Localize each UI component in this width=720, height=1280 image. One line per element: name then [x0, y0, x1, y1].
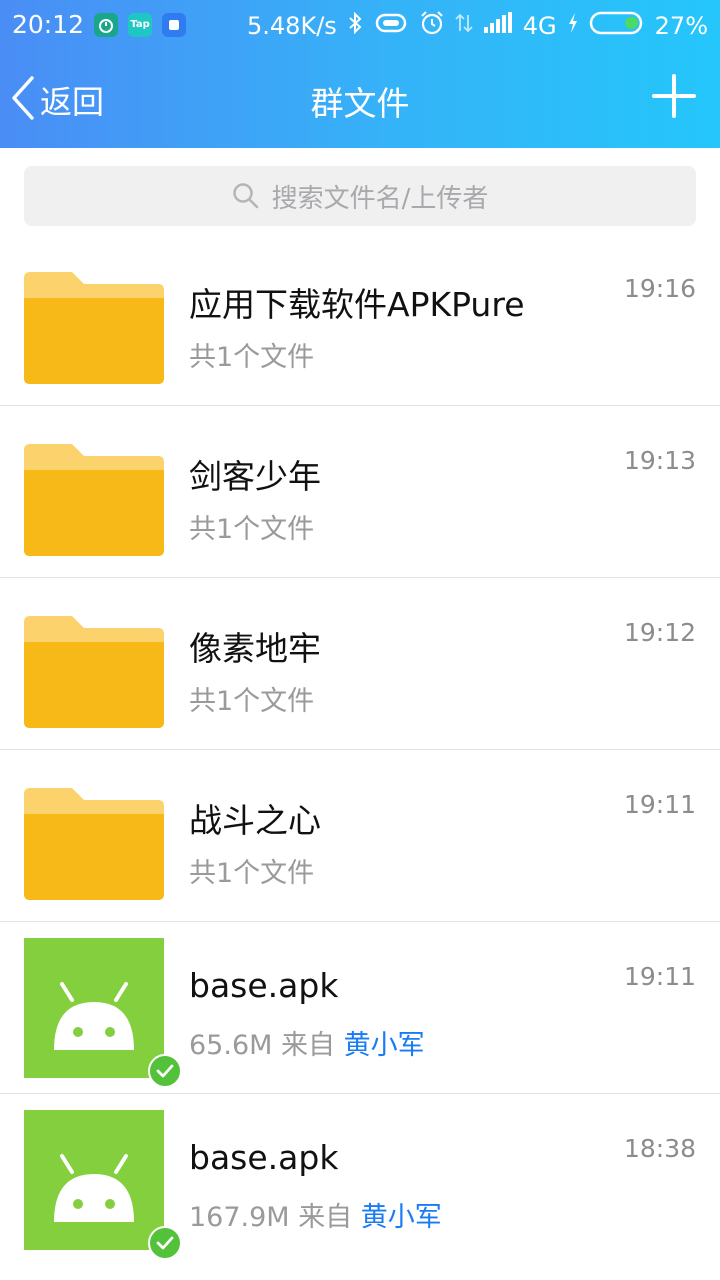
timer-app-icon	[94, 12, 119, 37]
status-bar: 20:12 Tap 5.48K/s 4G 27%	[0, 0, 720, 50]
file-time: 19:13	[623, 446, 696, 475]
android-icon	[54, 1154, 134, 1222]
folder-icon	[24, 616, 164, 728]
charging-icon	[567, 12, 579, 40]
add-button[interactable]	[652, 74, 696, 118]
file-name: base.apk	[189, 966, 339, 1005]
from-label: 来自	[298, 1202, 353, 1233]
file-time: 19:11	[623, 790, 696, 819]
nav-bar: 返回 群文件	[0, 50, 720, 148]
file-time: 18:38	[623, 1134, 696, 1163]
uploader-link[interactable]: 黄小军	[361, 1202, 442, 1233]
file-time: 19:12	[623, 618, 696, 647]
page-title: 群文件	[310, 84, 410, 123]
folder-icon	[24, 272, 164, 384]
file-size: 65.6M	[189, 1030, 273, 1061]
cube-app-icon	[162, 12, 187, 37]
file-meta: 65.6M 来自 黄小军	[189, 1023, 425, 1062]
file-count: 共1个文件	[189, 858, 315, 889]
file-name: 像素地牢	[189, 629, 321, 668]
status-time: 20:12	[12, 10, 85, 39]
file-time: 19:16	[623, 274, 696, 303]
file-row-folder[interactable]: 应用下载软件APKPure 共1个文件 19:16	[0, 234, 720, 406]
file-name: base.apk	[189, 1138, 339, 1177]
battery-percent: 27%	[654, 12, 708, 40]
data-arrows-icon	[455, 11, 473, 41]
plus-icon	[652, 74, 696, 118]
apk-thumbnail	[24, 938, 164, 1078]
app-header: 20:12 Tap 5.48K/s 4G 27% 返回 群文件	[0, 0, 720, 148]
uploader-link[interactable]: 黄小军	[344, 1030, 425, 1061]
android-icon	[54, 982, 134, 1050]
folder-icon	[24, 444, 164, 556]
bluetooth-icon	[347, 11, 363, 41]
search-input[interactable]: 搜索文件名/上传者	[24, 166, 696, 226]
file-count: 共1个文件	[189, 686, 315, 717]
tap-app-icon: Tap	[128, 12, 153, 37]
folder-icon	[24, 788, 164, 900]
file-size: 167.9M	[189, 1202, 290, 1233]
downloaded-check-icon	[148, 1054, 182, 1088]
search-placeholder: 搜索文件名/上传者	[271, 183, 489, 214]
vibrate-icon	[373, 11, 409, 41]
signal-icon	[483, 12, 513, 40]
file-row-folder[interactable]: 战斗之心 共1个文件 19:11	[0, 750, 720, 922]
file-meta: 167.9M 来自 黄小军	[189, 1195, 442, 1234]
file-count: 共1个文件	[189, 342, 315, 373]
apk-thumbnail	[24, 1110, 164, 1250]
file-row-folder[interactable]: 像素地牢 共1个文件 19:12	[0, 578, 720, 750]
network-speed: 5.48K/s	[247, 12, 337, 40]
file-name: 剑客少年	[189, 457, 321, 496]
file-row-apk[interactable]: base.apk 167.9M 来自 黄小军 18:38	[0, 1094, 720, 1266]
file-name: 战斗之心	[189, 801, 321, 840]
network-type: 4G	[522, 12, 557, 40]
file-time: 19:11	[623, 962, 696, 991]
from-label: 来自	[281, 1030, 336, 1061]
file-row-apk[interactable]: base.apk 65.6M 来自 黄小军 19:11	[0, 922, 720, 1094]
search-icon	[232, 183, 258, 209]
downloaded-check-icon	[148, 1226, 182, 1260]
alarm-icon	[419, 10, 445, 42]
battery-icon	[589, 10, 645, 42]
file-name: 应用下载软件APKPure	[189, 285, 525, 324]
file-count: 共1个文件	[189, 514, 315, 545]
file-row-folder[interactable]: 剑客少年 共1个文件 19:13	[0, 406, 720, 578]
